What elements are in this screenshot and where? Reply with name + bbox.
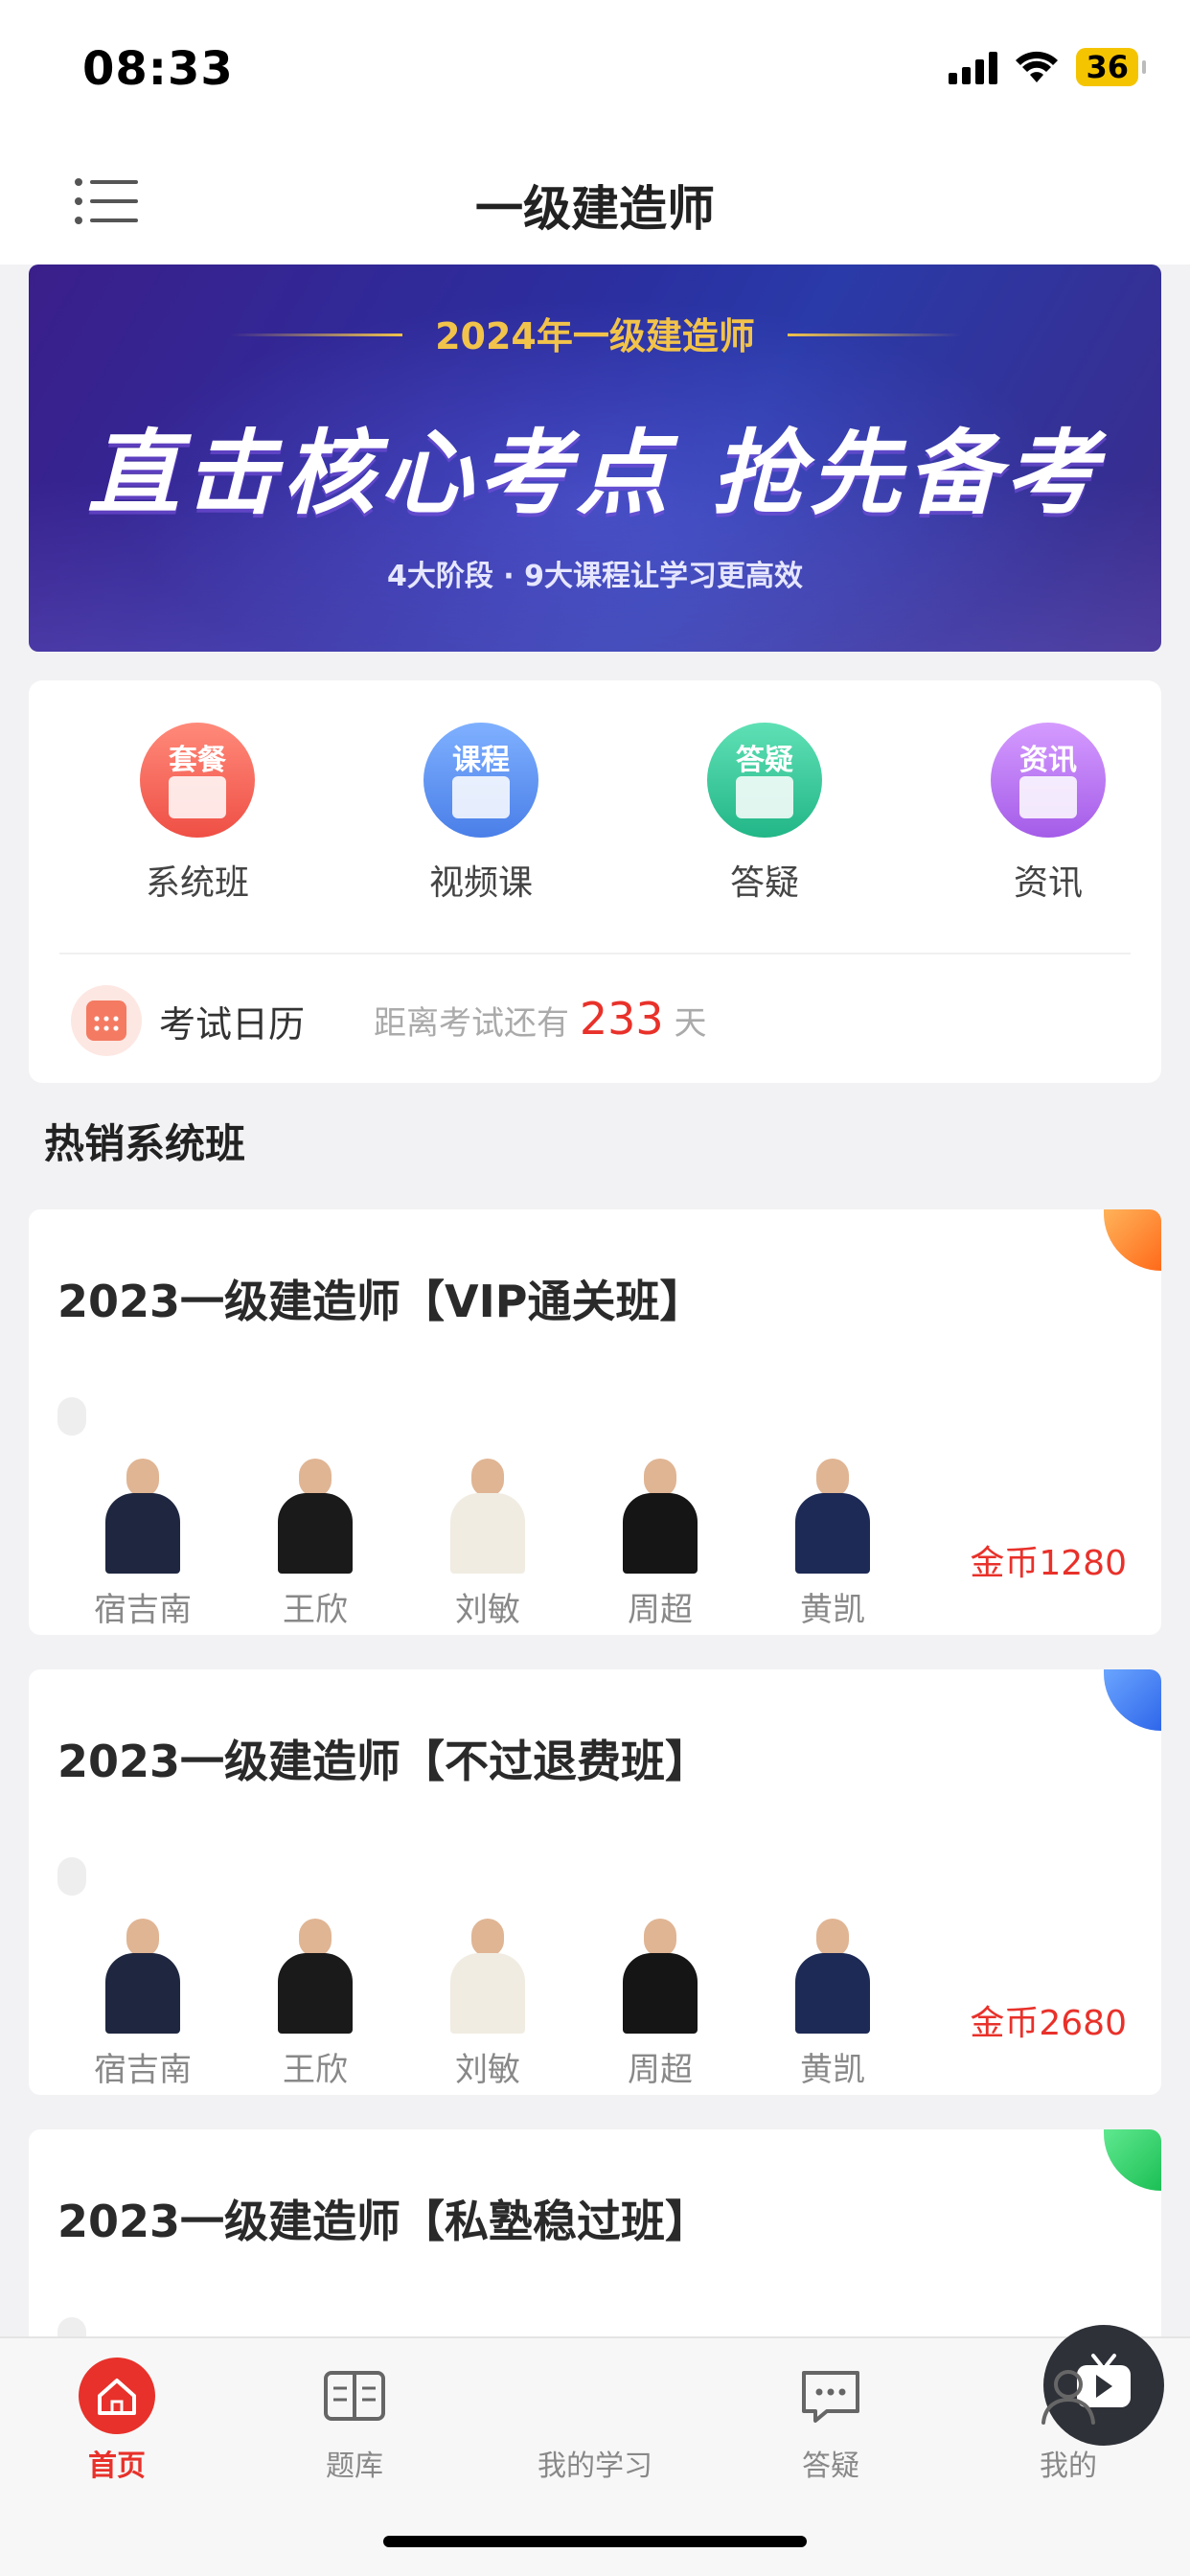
video-play-icon: 课程 [423, 723, 538, 838]
teacher-name: 刘敏 [455, 1591, 520, 1629]
battery-indicator: 36 [1076, 48, 1146, 86]
countdown-days: 233 [579, 993, 664, 1045]
course-card[interactable]: 2023一级建造师【不过退费班】 宿吉南 王欣 刘敏 周超 黄凯 金币2680 [29, 1669, 1161, 2095]
exam-countdown: 距离考试还有 233 天 [374, 993, 707, 1045]
teacher: 周超 [598, 1919, 722, 2090]
status-bar: 08:33 36 [0, 0, 1190, 134]
quick-link-video-course[interactable]: 课程 视频课 [385, 723, 577, 905]
tab-question-bank[interactable]: 题库 [268, 2358, 441, 2484]
placeholder-dot [57, 1397, 86, 1436]
quick-link-label: 资讯 [1013, 863, 1083, 903]
teacher-name: 黄凯 [800, 1591, 865, 1629]
teacher-photo [100, 1459, 186, 1574]
chat-bubble-icon: 答疑 [707, 723, 822, 838]
divider [59, 953, 1131, 954]
banner-headline: 直击核心考点 抢先备考 [87, 420, 1103, 527]
banner-subtitle: 4大阶段 · 9大课程让学习更高效 [386, 560, 804, 593]
tab-label: 题库 [326, 2450, 383, 2483]
cellular-signal-icon [949, 50, 998, 84]
teacher-name: 宿吉南 [94, 1591, 192, 1629]
teacher-name: 宿吉南 [94, 2051, 192, 2089]
course-title: 2023一级建造师【不过退费班】 [57, 1736, 710, 1787]
teacher-photo [445, 1919, 531, 2034]
corner-badge [1104, 1209, 1161, 1271]
tab-profile[interactable]: 我的 [982, 2358, 1155, 2484]
teacher-name: 周超 [628, 2051, 693, 2089]
tab-qa[interactable]: 答疑 [744, 2358, 917, 2484]
nav-bar: 一级建造师 [0, 134, 1190, 264]
chat-icon [792, 2358, 869, 2434]
tab-label: 我的 [1040, 2450, 1097, 2483]
tab-home[interactable]: 首页 [31, 2358, 203, 2484]
wifi-icon [1016, 51, 1059, 82]
tab-label: 首页 [88, 2450, 146, 2483]
status-icons: 36 [949, 48, 1146, 86]
teacher: 黄凯 [770, 1919, 895, 2090]
teacher-photo [617, 1459, 703, 1574]
course-card[interactable]: 2023一级建造师【私塾稳过班】 [29, 2129, 1161, 2359]
teacher-name: 王欣 [283, 1591, 348, 1629]
news-icon: 资讯 [991, 723, 1106, 838]
course-price: 金币2680 [970, 2004, 1127, 2043]
section-title: 热销系统班 [44, 1120, 246, 1167]
status-time: 08:33 [82, 42, 234, 96]
teacher: 刘敏 [425, 1459, 550, 1630]
calendar-icon[interactable] [71, 985, 142, 1056]
teacher-name: 刘敏 [455, 2051, 520, 2089]
corner-badge [1104, 1669, 1161, 1731]
teacher: 刘敏 [425, 1919, 550, 2090]
teacher-photo [272, 1919, 358, 2034]
teacher: 王欣 [253, 1919, 378, 2090]
placeholder-dot [57, 1857, 86, 1896]
teacher-name: 周超 [628, 1591, 693, 1629]
home-icon [79, 2358, 155, 2434]
quick-link-news[interactable]: 资讯 资讯 [952, 723, 1144, 905]
quick-link-label: 视频课 [428, 863, 533, 903]
quick-link-qa[interactable]: 答疑 答疑 [669, 723, 860, 905]
exam-calendar-label[interactable]: 考试日历 [159, 995, 305, 1047]
course-card[interactable]: 2023一级建造师【VIP通关班】 宿吉南 王欣 刘敏 周超 黄凯 金币1280 [29, 1209, 1161, 1635]
teacher-name: 王欣 [283, 2051, 348, 2089]
book-icon [316, 2358, 393, 2434]
course-price: 金币1280 [970, 1544, 1127, 1583]
teacher: 宿吉南 [80, 1459, 205, 1630]
mortarboard-icon: 套餐 [140, 723, 255, 838]
teacher: 周超 [598, 1459, 722, 1630]
banner-top-text: 2024年一级建造师 [435, 315, 755, 357]
quick-links-card: 套餐 系统班 课程 视频课 答疑 答疑 资讯 资讯 考试日历 距离考试还有 23… [29, 680, 1161, 1083]
tab-label: 我的学习 [538, 2450, 652, 2483]
teacher-photo [445, 1459, 531, 1574]
teacher-photo [272, 1459, 358, 1574]
teacher-photo [790, 1919, 876, 2034]
corner-badge [1104, 2129, 1161, 2191]
quick-link-label: 系统班 [145, 863, 249, 903]
quick-link-system-class[interactable]: 套餐 系统班 [102, 723, 293, 905]
teacher: 黄凯 [770, 1459, 895, 1630]
teacher-name: 黄凯 [800, 2051, 865, 2089]
teacher: 宿吉南 [80, 1919, 205, 2090]
tab-my-study[interactable]: 我的学习 [509, 2325, 1164, 2484]
teacher-photo [790, 1459, 876, 1574]
user-icon [1030, 2358, 1107, 2434]
tab-label: 答疑 [802, 2450, 859, 2483]
page-title: 一级建造师 [475, 181, 715, 237]
quick-link-label: 答疑 [729, 863, 799, 903]
teacher-photo [617, 1919, 703, 2034]
teacher: 王欣 [253, 1459, 378, 1630]
course-title: 2023一级建造师【私塾稳过班】 [57, 2196, 710, 2247]
teacher-photo [100, 1919, 186, 2034]
course-title: 2023一级建造师【VIP通关班】 [57, 1276, 704, 1327]
home-indicator[interactable] [383, 2536, 807, 2547]
promo-banner[interactable]: 2024年一级建造师 直击核心考点 抢先备考 4大阶段 · 9大课程让学习更高效 [29, 264, 1161, 652]
